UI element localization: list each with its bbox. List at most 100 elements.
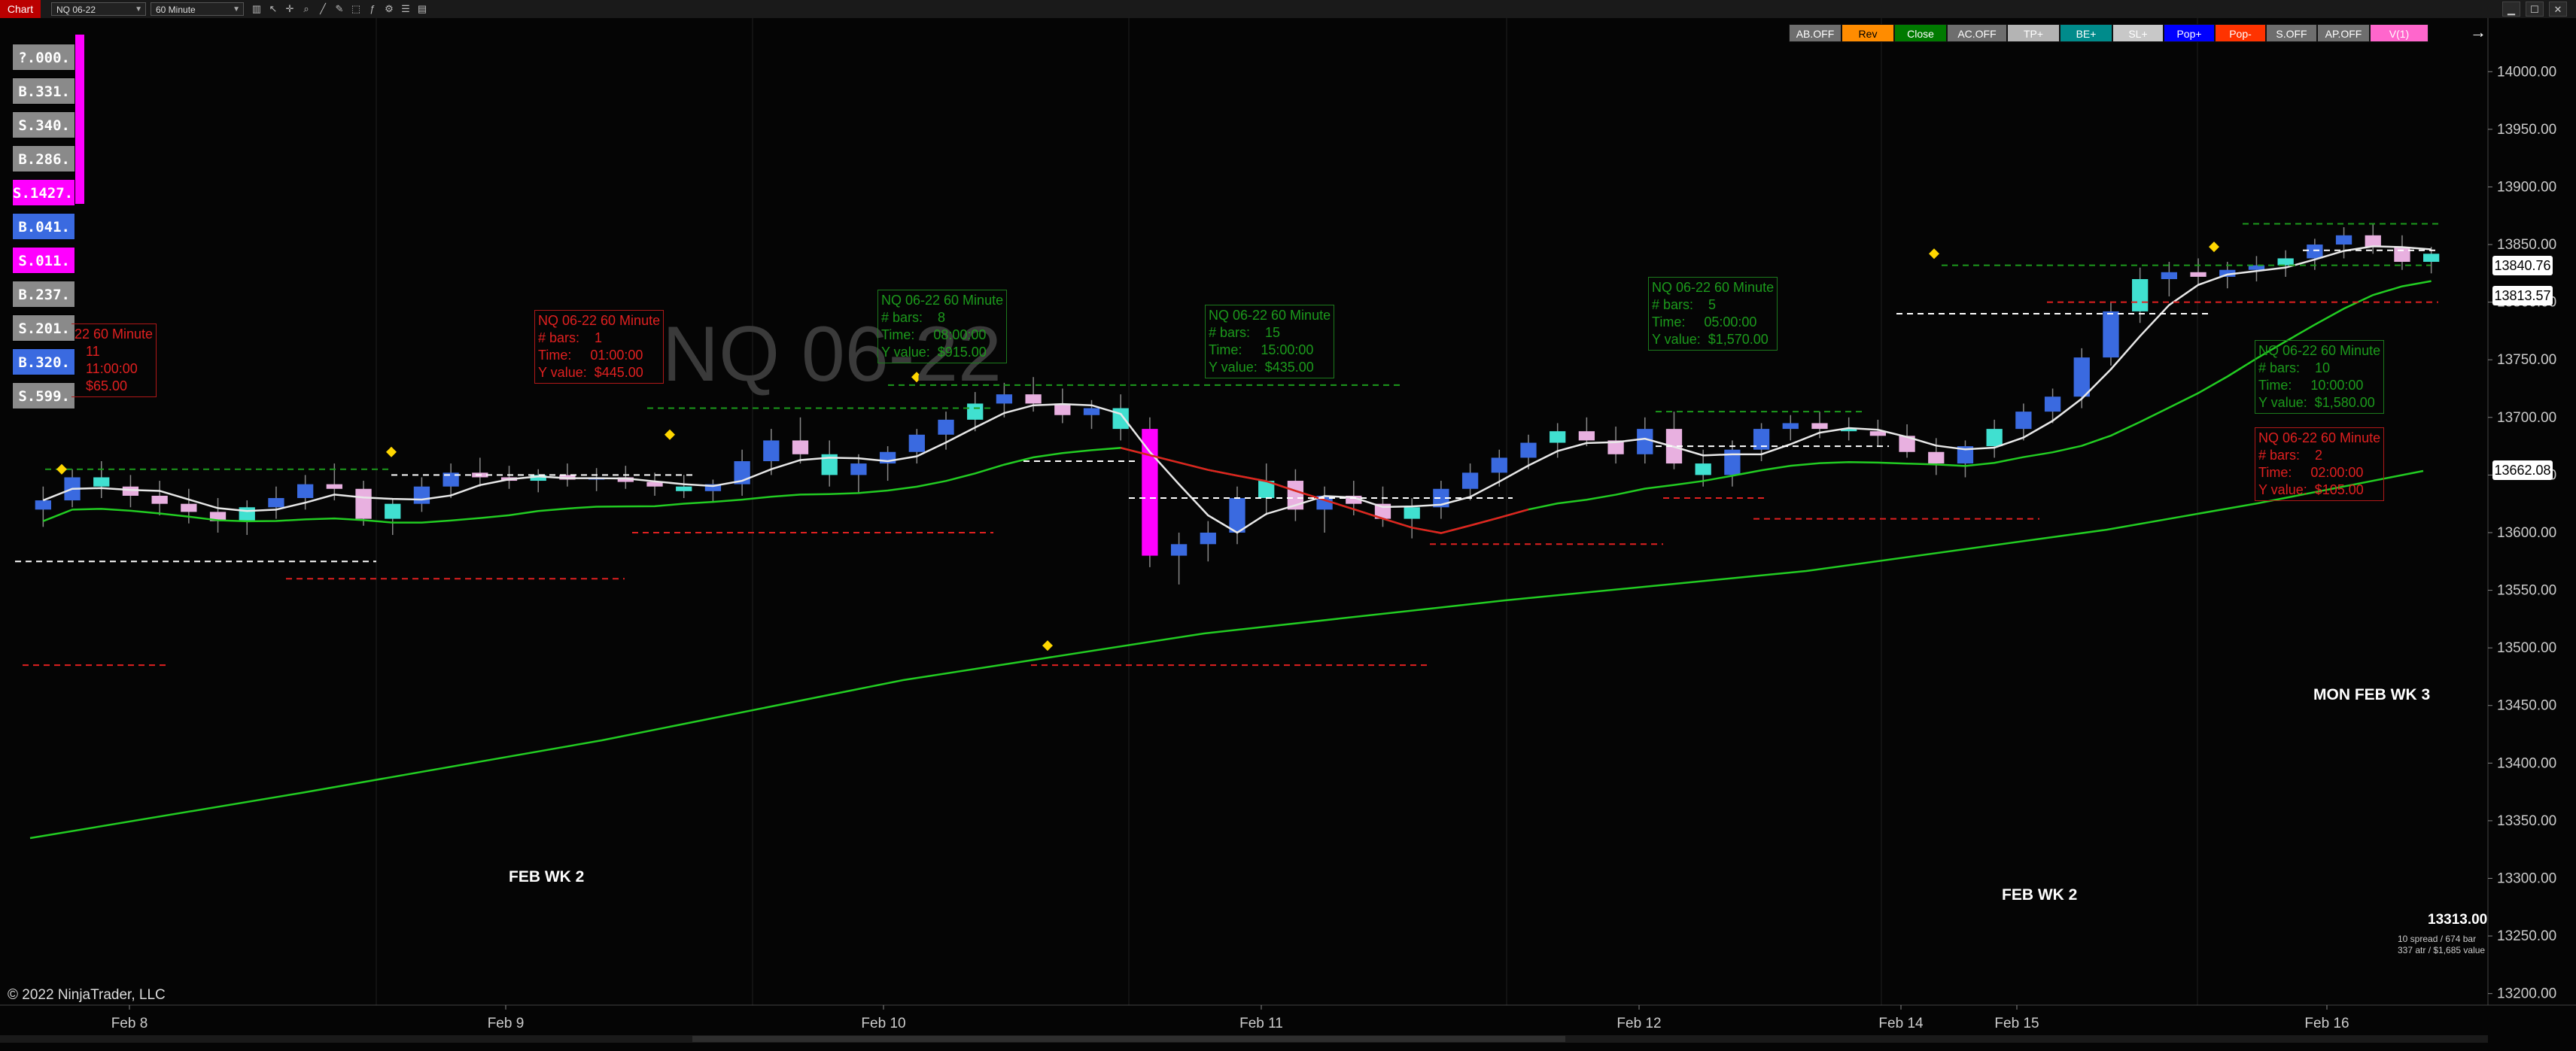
draw-tool-icon[interactable]: ✎ (333, 2, 346, 16)
strategy-button[interactable]: AP.OFF (2317, 24, 2370, 42)
annotation-line: NQ 06-22 60 Minute (2258, 430, 2381, 445)
stats-line: 337 atr / $1,685 value (2398, 945, 2486, 955)
candle-body (792, 440, 809, 454)
candle-body (2161, 272, 2178, 279)
candle-body (1404, 507, 1420, 519)
minimize-icon[interactable]: ▁ (2502, 2, 2520, 17)
candle-body (1112, 408, 1129, 430)
line-tool-icon[interactable]: ╱ (316, 2, 330, 16)
crosshair-icon[interactable]: ✛ (283, 2, 297, 16)
candle-body (239, 507, 255, 521)
maximize-icon[interactable]: ☐ (2526, 2, 2544, 17)
candle-body (1782, 423, 1799, 430)
y-tick-label: 13450.00 (2497, 698, 2556, 714)
strategy-button[interactable]: Close (1894, 24, 1947, 42)
week-label: FEB WK 2 (509, 868, 585, 885)
y-tick-label: 13200.00 (2497, 986, 2556, 1002)
strategy-icon[interactable]: ⚙ (382, 2, 396, 16)
position-button[interactable]: S.1427. (12, 179, 75, 206)
strategy-button[interactable]: TP+ (2007, 24, 2060, 42)
bars-icon[interactable]: ▥ (250, 2, 263, 16)
candle-body (2423, 254, 2440, 263)
cursor-icon[interactable]: ↖ (266, 2, 280, 16)
candle-body (2190, 272, 2206, 277)
candle-body (763, 440, 780, 462)
y-tick-label: 13250.00 (2497, 928, 2556, 944)
candle-body (967, 403, 984, 420)
candle-body (1637, 429, 1653, 454)
measure-annotation[interactable]: NQ 06-22 60 Minute # bars: 1 Time: 01:00:0… (534, 310, 665, 384)
interval-selector[interactable]: 60 Minute ▼ (151, 2, 244, 16)
position-button[interactable]: B.237. (12, 281, 75, 308)
candle-body (1491, 457, 1507, 473)
annotation-line: NQ 06-22 60 Minute (538, 313, 661, 328)
candle-body (93, 477, 110, 487)
indicators-icon[interactable]: ƒ (366, 2, 379, 16)
annotation-line: NQ 06-22 60 Minute (1652, 280, 1775, 295)
stats-price: 13313.00 (2428, 912, 2488, 928)
strategy-button[interactable]: Rev (1842, 24, 1894, 42)
chart-background (0, 18, 2576, 1051)
strategy-button[interactable]: S.OFF (2266, 24, 2317, 42)
candle-body (1811, 423, 1828, 430)
position-button[interactable]: B.286. (12, 145, 75, 172)
candle-body (385, 503, 401, 519)
x-tick-label: Feb 10 (861, 1016, 905, 1031)
measure-annotation[interactable]: NQ 06-22 60 Minute # bars: 10 Time: 10:00:… (2255, 340, 2385, 414)
close-icon[interactable]: ✕ (2549, 2, 2567, 17)
measure-annotation[interactable]: NQ 06-22 60 Minute # bars: 8 Time: 08:00:0… (877, 290, 1008, 363)
instrument-selector[interactable]: NQ 06-22 ▼ (51, 2, 146, 16)
strategy-button[interactable]: AB.OFF (1789, 24, 1842, 42)
position-button[interactable]: B.320. (12, 348, 75, 375)
select-icon[interactable]: ⬚ (349, 2, 363, 16)
candle-body (2365, 235, 2381, 248)
y-tick-label: 13550.00 (2497, 583, 2556, 599)
strategy-button[interactable]: Pop+ (2164, 24, 2215, 42)
week-label: MON FEB WK 3 (2313, 686, 2431, 703)
scrollbar-thumb (692, 1036, 1565, 1042)
strategy-button[interactable]: Pop- (2215, 24, 2266, 42)
y-tick-label: 13750.00 (2497, 352, 2556, 368)
annotation-line: Y value: $445.00 (538, 365, 643, 380)
strategy-button[interactable]: BE+ (2060, 24, 2112, 42)
measure-annotation[interactable]: 22 60 Minute 11 11:00:00 $65.00 (71, 324, 157, 397)
properties-icon[interactable]: ☰ (399, 2, 412, 16)
position-button[interactable]: B.331. (12, 77, 75, 105)
candle-body (1986, 429, 2003, 447)
measure-annotation[interactable]: NQ 06-22 60 Minute # bars: 5 Time: 05:00:0… (1648, 277, 1778, 351)
candle-body (268, 498, 284, 508)
toolbar: Chart NQ 06-22 ▼ 60 Minute ▼ ▥ ↖ ✛ ⌕ ╱ ✎ ⬚ ƒ ⚙ ☰ ▤ ▁… (0, 0, 2576, 19)
annotation-line: Time: 10:00:00 (2258, 378, 2364, 393)
data-box-icon[interactable]: ▤ (415, 2, 429, 16)
x-tick-label: Feb 15 (1994, 1016, 2039, 1031)
candle-body (908, 434, 925, 452)
candle-body (2132, 278, 2149, 311)
candle-body (2073, 357, 2090, 397)
candle-body (2335, 235, 2352, 245)
strategy-button[interactable]: SL+ (2112, 24, 2164, 42)
annotation-line: # bars: 2 (2258, 448, 2323, 463)
strategy-button[interactable]: AC.OFF (1947, 24, 2007, 42)
annotation-line: Time: 08:00:00 (881, 327, 987, 342)
annotation-line: # bars: 15 (1209, 325, 1281, 340)
annotation-line: # bars: 8 (881, 310, 946, 325)
position-button[interactable]: S.201. (12, 314, 75, 342)
candle-body (2015, 412, 2032, 430)
y-tick-label: 13350.00 (2497, 813, 2556, 829)
strategy-button[interactable]: V(1) (2370, 24, 2428, 42)
price-chart[interactable]: 14000.0013950.0013900.0013850.0013800.00… (0, 18, 2576, 1051)
zoom-icon[interactable]: ⌕ (300, 2, 313, 16)
position-button[interactable]: S.011. (12, 247, 75, 274)
chart-tab[interactable]: Chart (0, 0, 41, 18)
position-button[interactable]: S.599. (12, 382, 75, 409)
measure-annotation[interactable]: NQ 06-22 60 Minute # bars: 15 Time: 15:00:… (1205, 305, 1335, 378)
arrow-icon[interactable]: → (2470, 23, 2486, 42)
y-tick-label: 14000.00 (2497, 64, 2556, 80)
position-button[interactable]: S.340. (12, 111, 75, 138)
position-button[interactable]: B.041. (12, 213, 75, 240)
measure-annotation[interactable]: NQ 06-22 60 Minute # bars: 2 Time: 02:00:0… (2255, 427, 2385, 501)
position-button[interactable]: ?.000. (12, 44, 75, 71)
candle-body (1025, 394, 1042, 404)
y-tick-label: 13600.00 (2497, 525, 2556, 541)
price-marker: 13813.57 (2492, 286, 2553, 305)
